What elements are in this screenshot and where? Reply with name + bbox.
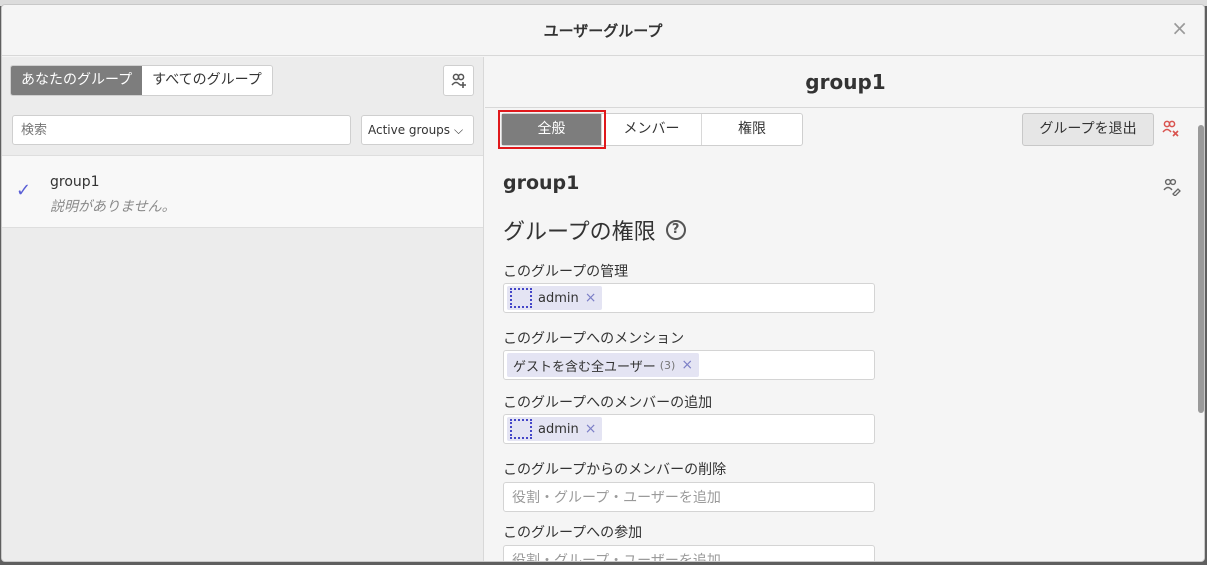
role-chip: admin × <box>507 417 603 441</box>
perm-mention-label: このグループへのメンション <box>503 331 685 347</box>
perm-mention-field[interactable]: ゲストを含む全ユーザー (3) × <box>503 350 875 380</box>
add-group-icon <box>450 73 466 88</box>
group-filter-value: Active groups <box>368 123 451 137</box>
role-icon <box>510 288 532 308</box>
leave-group-button[interactable]: グループを退出 <box>1022 113 1154 146</box>
modal-title: ユーザーグループ <box>543 22 663 40</box>
create-group-button[interactable] <box>443 65 474 96</box>
check-icon: ✓ <box>16 180 32 201</box>
perm-manage-field[interactable]: admin × <box>503 283 875 313</box>
group-detail-pane: group1 全般 メンバー 権限 グループを退出 group1 グループの権限 <box>485 57 1204 562</box>
perm-add-members-label: このグループへのメンバーの追加 <box>503 395 713 411</box>
role-icon <box>510 419 532 439</box>
modal-header: ユーザーグループ × <box>2 5 1204 56</box>
role-chip: admin × <box>507 286 603 310</box>
scrollbar[interactable] <box>1198 125 1204 413</box>
tab-members[interactable]: メンバー <box>602 114 702 145</box>
group-item-description: 説明がありません。 <box>50 199 176 215</box>
remove-chip-icon[interactable]: × <box>585 421 597 437</box>
user-groups-modal: ユーザーグループ × あなたのグループ すべてのグループ Active grou… <box>1 4 1205 562</box>
close-button[interactable]: × <box>1171 18 1188 38</box>
group-detail-tabs: 全般 メンバー 権限 <box>498 110 803 149</box>
chip-label: admin <box>538 290 579 306</box>
section-title-text: グループの権限 <box>503 220 656 245</box>
role-chip: ゲストを含む全ユーザー (3) × <box>507 353 700 377</box>
group-scope-toggle: あなたのグループ すべてのグループ <box>10 65 273 96</box>
group-list-pane: あなたのグループ すべてのグループ Active groups⌵ ✓ group… <box>2 57 484 561</box>
tab-your-groups[interactable]: あなたのグループ <box>11 66 143 95</box>
group-search-input[interactable] <box>12 115 351 145</box>
chip-label: admin <box>538 421 579 437</box>
field-placeholder: 役割・グループ・ユーザーを追加 <box>512 490 721 506</box>
perm-join-label: このグループへの参加 <box>503 525 643 541</box>
perm-manage-label: このグループの管理 <box>503 264 629 280</box>
perm-join-field[interactable]: 役割・グループ・ユーザーを追加 <box>503 545 875 562</box>
remove-user-icon[interactable] <box>1162 119 1180 139</box>
perm-remove-members-label: このグループからのメンバーの削除 <box>503 462 727 478</box>
remove-chip-icon[interactable]: × <box>681 357 693 373</box>
field-placeholder: 役割・グループ・ユーザーを追加 <box>512 553 721 562</box>
group-list-item[interactable]: ✓ group1 説明がありません。 <box>2 155 483 228</box>
tab-permissions[interactable]: 権限 <box>702 114 802 145</box>
group-filter-select[interactable]: Active groups ⌵ <box>361 115 474 145</box>
perm-remove-members-field[interactable]: 役割・グループ・ユーザーを追加 <box>503 482 875 512</box>
tab-general[interactable]: 全般 <box>498 110 606 149</box>
remove-chip-icon[interactable]: × <box>585 290 597 306</box>
group-detail-title: group1 <box>485 57 1204 108</box>
chevron-down-icon: ⌵ <box>454 123 464 137</box>
group-item-name: group1 <box>50 174 100 190</box>
help-icon[interactable]: ? <box>665 220 686 240</box>
edit-group-icon[interactable] <box>1163 178 1181 196</box>
permissions-section-title: グループの権限 ? <box>503 214 686 246</box>
tab-all-groups[interactable]: すべてのグループ <box>142 66 272 95</box>
chip-label: ゲストを含む全ユーザー <box>513 359 656 375</box>
chip-count: (3) <box>659 358 676 372</box>
group-name-heading: group1 <box>503 172 580 194</box>
perm-add-members-field[interactable]: admin × <box>503 414 875 444</box>
